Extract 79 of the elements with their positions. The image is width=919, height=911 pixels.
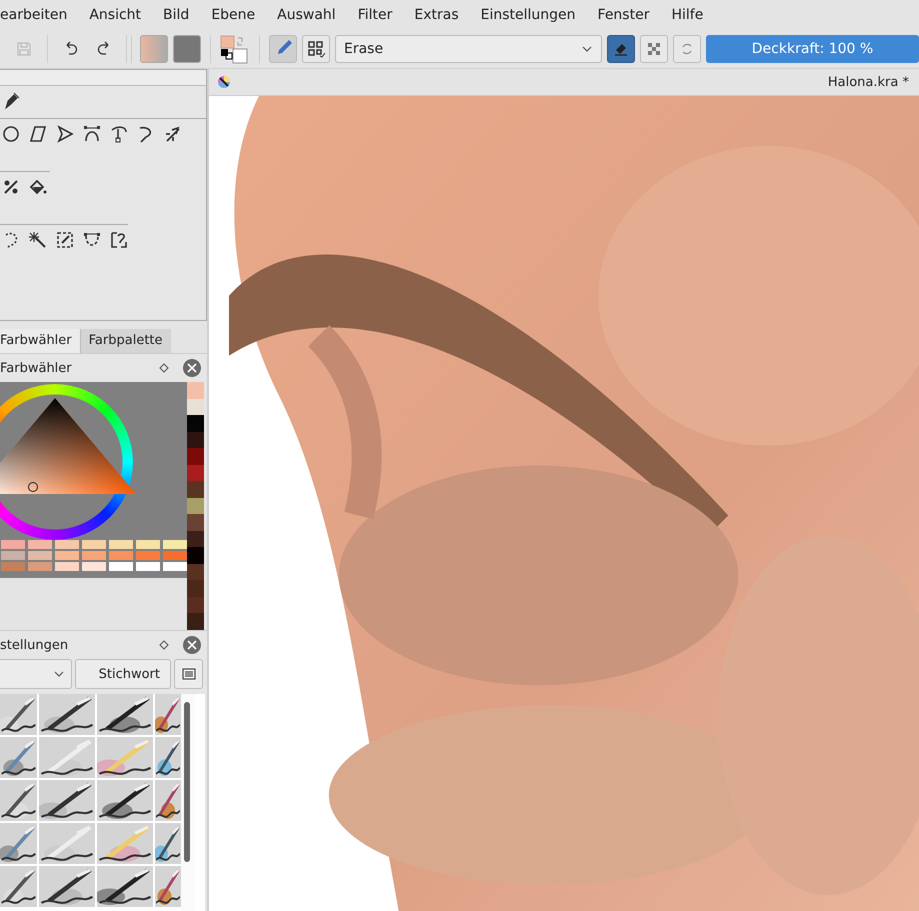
menu-item[interactable]: Hilfe bbox=[660, 7, 714, 23]
polygon-icon[interactable] bbox=[29, 125, 47, 143]
polyline-icon[interactable] bbox=[56, 125, 74, 143]
color-swatch[interactable] bbox=[1, 551, 25, 560]
dock-title: stellungen bbox=[0, 638, 70, 652]
brush-preset-button[interactable] bbox=[269, 35, 297, 63]
blend-mode-dropdown[interactable]: Erase bbox=[335, 35, 602, 63]
fill-bucket-icon[interactable] bbox=[29, 178, 47, 196]
magnetic-selection-icon[interactable] bbox=[110, 231, 128, 249]
color-swatch[interactable] bbox=[28, 562, 52, 571]
recent-color[interactable] bbox=[187, 415, 204, 432]
close-icon[interactable] bbox=[183, 636, 201, 654]
recent-color[interactable] bbox=[187, 382, 204, 399]
recent-color[interactable] bbox=[187, 564, 204, 580]
recent-color[interactable] bbox=[187, 398, 204, 416]
list-icon bbox=[182, 668, 196, 680]
color-swatch[interactable] bbox=[136, 562, 160, 571]
menu-item[interactable]: Ansicht bbox=[78, 7, 152, 23]
ellipse-icon[interactable] bbox=[2, 125, 20, 143]
recent-color[interactable] bbox=[187, 448, 204, 465]
recent-color[interactable] bbox=[187, 481, 204, 498]
color-swatch[interactable] bbox=[82, 540, 106, 549]
bezier-selection-icon[interactable] bbox=[83, 231, 101, 249]
color-swatches-icon[interactable] bbox=[220, 34, 250, 64]
eraser-toggle[interactable] bbox=[607, 35, 635, 63]
color-swatch[interactable] bbox=[163, 551, 187, 560]
recent-color[interactable] bbox=[187, 530, 204, 548]
color-swatch[interactable] bbox=[28, 551, 52, 560]
recent-color[interactable] bbox=[187, 613, 204, 630]
float-icon[interactable] bbox=[159, 640, 169, 650]
color-swatch[interactable] bbox=[1, 562, 25, 571]
recent-color[interactable] bbox=[187, 580, 204, 597]
color-swatch[interactable] bbox=[1, 540, 25, 549]
color-swatch[interactable] bbox=[55, 540, 79, 549]
color-swatch[interactable] bbox=[55, 562, 79, 571]
alpha-lock-toggle[interactable] bbox=[640, 35, 668, 63]
menu-item[interactable]: Einstellungen bbox=[470, 7, 587, 23]
similar-selection-icon[interactable] bbox=[56, 231, 74, 249]
color-swatch[interactable] bbox=[82, 562, 106, 571]
color-swatch[interactable] bbox=[163, 540, 187, 549]
color-swatch[interactable] bbox=[163, 562, 187, 571]
menu-item[interactable]: Fenster bbox=[586, 7, 660, 23]
menu-item[interactable]: Auswahl bbox=[266, 7, 347, 23]
menu-item[interactable]: Filter bbox=[346, 7, 404, 23]
tag-search-button[interactable]: Stichwort bbox=[75, 659, 171, 689]
recent-color[interactable] bbox=[187, 498, 204, 514]
checkerboard-icon bbox=[645, 40, 663, 58]
chevron-down-icon bbox=[53, 670, 65, 678]
dock-title: Farbwähler bbox=[0, 360, 73, 376]
dock-tab[interactable]: Farbwähler bbox=[0, 329, 81, 353]
document-title[interactable]: Halona.kra * bbox=[828, 74, 909, 90]
color-swatch[interactable] bbox=[136, 551, 160, 560]
view-mode-button[interactable] bbox=[174, 659, 203, 689]
recent-color[interactable] bbox=[187, 547, 204, 564]
menu-item[interactable]: Ebene bbox=[200, 7, 266, 23]
recent-color[interactable] bbox=[187, 432, 204, 448]
color-swatch[interactable] bbox=[109, 551, 133, 560]
multibrush-icon[interactable] bbox=[164, 125, 182, 143]
menu-item[interactable]: Bild bbox=[152, 7, 200, 23]
color-swatch[interactable] bbox=[136, 540, 160, 549]
recent-color[interactable] bbox=[187, 514, 204, 531]
recent-color[interactable] bbox=[187, 596, 204, 614]
color-swatch[interactable] bbox=[109, 540, 133, 549]
color-swatch[interactable] bbox=[55, 551, 79, 560]
close-icon[interactable] bbox=[183, 359, 201, 377]
opacity-slider[interactable]: Deckkraft: 100 % bbox=[706, 35, 919, 63]
chevron-down-icon bbox=[581, 45, 593, 53]
menu-item[interactable]: Extras bbox=[403, 7, 470, 23]
recent-color[interactable] bbox=[187, 464, 204, 482]
bezier-curve-icon[interactable] bbox=[83, 125, 101, 143]
magic-wand-icon[interactable] bbox=[29, 231, 47, 249]
dock-tab[interactable]: Farbpalette bbox=[80, 329, 171, 353]
workspace-button[interactable] bbox=[302, 35, 330, 63]
color-swatch[interactable] bbox=[109, 562, 133, 571]
float-icon[interactable] bbox=[159, 363, 169, 373]
menu-item[interactable]: earbeiten bbox=[0, 7, 78, 23]
color-swatch[interactable] bbox=[28, 540, 52, 549]
color-swatch[interactable] bbox=[82, 551, 106, 560]
grid-icon bbox=[307, 40, 325, 58]
